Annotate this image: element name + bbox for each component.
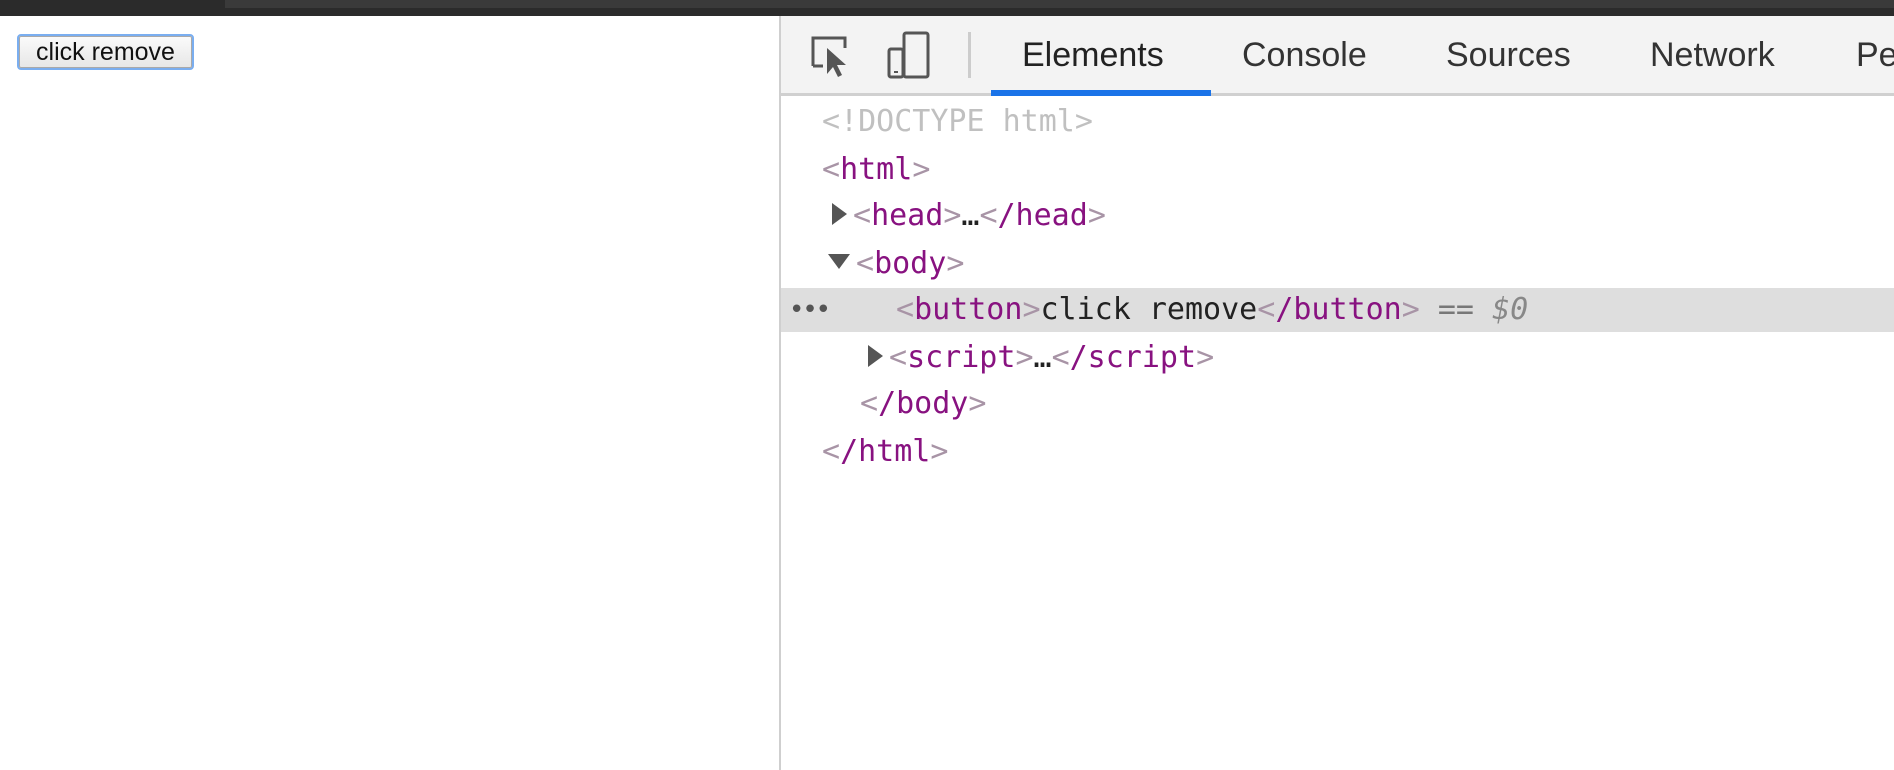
tag-bracket: > (946, 246, 965, 281)
tab-performance[interactable]: Pe (1856, 16, 1894, 93)
devtools-panel: Elements Console Sources Network Pe <!DO… (779, 16, 1894, 770)
tag-bracket: > (1022, 292, 1041, 327)
tag-name-script: script (907, 340, 1016, 375)
tab-sources[interactable]: Sources (1446, 16, 1571, 93)
tag-bracket: > (1196, 340, 1215, 375)
tag-bracket: > (930, 434, 949, 469)
tag-bracket: > (968, 386, 987, 421)
tree-node-doctype[interactable]: <!DOCTYPE html> (822, 100, 1093, 144)
tag-bracket: < (1051, 340, 1070, 375)
device-toggle-icon[interactable] (885, 30, 935, 80)
tag-name-html: html (840, 152, 913, 187)
tag-name-head: head (871, 198, 944, 233)
tag-bracket: < (889, 340, 908, 375)
tree-node-head[interactable]: <head>…</head> (832, 194, 1106, 238)
tree-node-html-close[interactable]: </html> (822, 430, 948, 474)
tag-bracket: > (912, 152, 931, 187)
tag-bracket: > (1087, 198, 1106, 233)
tag-name-body-close: /body (878, 386, 969, 421)
tab-network[interactable]: Network (1650, 16, 1775, 93)
tag-name-button-close: /button (1275, 292, 1402, 327)
browser-top-strip-highlight (225, 0, 1894, 8)
tree-node-html[interactable]: <html> (822, 148, 930, 192)
tree-node-body-close[interactable]: </body> (860, 382, 986, 426)
tag-bracket: < (822, 152, 841, 187)
elements-tree: <!DOCTYPE html> <html> <head>…</head> <b… (781, 96, 1894, 770)
doctype-text: <!DOCTYPE html> (822, 104, 1093, 139)
expand-arrow-icon[interactable] (868, 344, 883, 367)
equals-sign: == (1437, 292, 1474, 327)
tag-bracket: < (1257, 292, 1276, 327)
tag-name-button: button (914, 292, 1023, 327)
tag-name-html-close: /html (840, 434, 931, 469)
tag-name-head-close: /head (997, 198, 1088, 233)
tab-elements[interactable]: Elements (1022, 16, 1164, 93)
tag-bracket: < (896, 292, 915, 327)
console-ref-dollar0: $0 (1492, 292, 1529, 327)
tag-bracket: > (943, 198, 962, 233)
browser-top-strip (0, 0, 1894, 17)
page-viewport: click remove (0, 16, 779, 770)
tag-bracket: < (856, 246, 875, 281)
toolbar-separator (968, 32, 971, 78)
collapse-arrow-icon[interactable] (828, 254, 850, 269)
tag-bracket: > (1015, 340, 1034, 375)
devtools-toolbar: Elements Console Sources Network Pe (781, 16, 1894, 96)
tag-name-body: body (874, 246, 947, 281)
button-text-node: click remove (1040, 292, 1258, 327)
tree-node-body[interactable]: <body> (828, 242, 964, 286)
tree-node-button-selected[interactable]: ••• <button>click remove</button> == $0 (781, 288, 1894, 332)
tag-bracket: < (853, 198, 872, 233)
tree-node-script[interactable]: <script>…</script> (868, 336, 1214, 380)
collapsed-ellipsis: … (961, 198, 980, 233)
tag-bracket: < (860, 386, 879, 421)
button-node-content: <button>click remove</button> == $0 (896, 288, 1528, 332)
row-menu-dots-icon[interactable]: ••• (789, 288, 831, 332)
tag-bracket: > (1401, 292, 1420, 327)
inspect-element-icon[interactable] (807, 30, 857, 80)
tag-bracket: < (979, 198, 998, 233)
tag-bracket: < (822, 434, 841, 469)
expand-arrow-icon[interactable] (832, 202, 847, 225)
click-remove-button[interactable]: click remove (17, 34, 194, 70)
tab-console[interactable]: Console (1242, 16, 1367, 93)
tag-name-script-close: /script (1069, 340, 1197, 375)
collapsed-ellipsis: … (1033, 340, 1052, 375)
